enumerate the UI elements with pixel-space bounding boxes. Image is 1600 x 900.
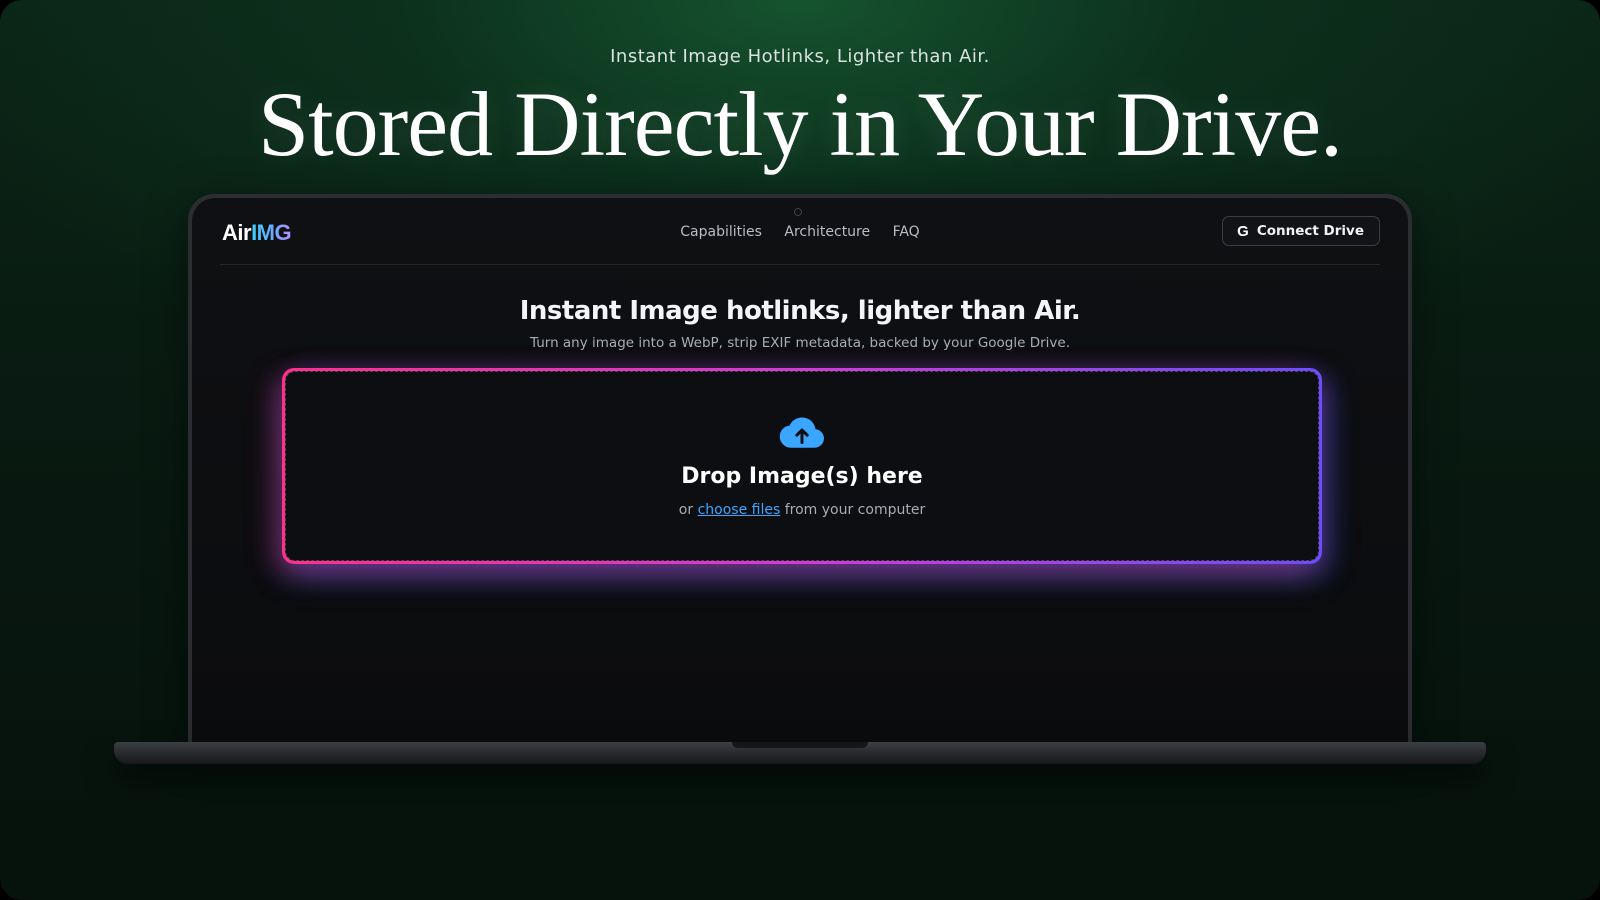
laptop-screen: AirIMG Capabilities Architecture FAQ G C…	[192, 198, 1408, 744]
hero-kicker: Instant Image Hotlinks, Lighter than Air…	[610, 46, 990, 67]
main-subtitle: Turn any image into a WebP, strip EXIF m…	[530, 335, 1070, 351]
app-navbar: AirIMG Capabilities Architecture FAQ G C…	[220, 216, 1380, 265]
laptop-base	[114, 742, 1486, 764]
nav-link-capabilities[interactable]: Capabilities	[680, 224, 762, 240]
hero-headline: Stored Directly in Your Drive.	[257, 73, 1343, 175]
main-title: Instant Image hotlinks, lighter than Air…	[519, 296, 1081, 326]
dropzone-title: Drop Image(s) here	[681, 464, 923, 489]
connect-drive-label: Connect Drive	[1256, 223, 1364, 239]
promo-stage: Instant Image Hotlinks, Lighter than Air…	[0, 0, 1600, 900]
dropzone-suffix: from your computer	[780, 502, 926, 518]
nav-links: Capabilities Architecture FAQ	[220, 224, 1380, 240]
choose-files-link[interactable]: choose files	[698, 502, 781, 518]
google-g-icon: G	[1237, 222, 1249, 240]
webcam-icon	[794, 208, 802, 216]
connect-drive-button[interactable]: G Connect Drive	[1222, 216, 1380, 246]
laptop-notch	[732, 742, 868, 748]
dropzone-prefix: or	[678, 502, 698, 518]
image-dropzone[interactable]: Drop Image(s) here or choose files from …	[285, 371, 1319, 561]
nav-link-architecture[interactable]: Architecture	[784, 224, 870, 240]
laptop-lid: AirIMG Capabilities Architecture FAQ G C…	[188, 194, 1412, 744]
dropzone-border: Drop Image(s) here or choose files from …	[282, 368, 1322, 564]
nav-link-faq[interactable]: FAQ	[893, 224, 920, 240]
dropzone-subtitle: or choose files from your computer	[286, 502, 1318, 518]
cloud-upload-icon	[779, 417, 824, 448]
